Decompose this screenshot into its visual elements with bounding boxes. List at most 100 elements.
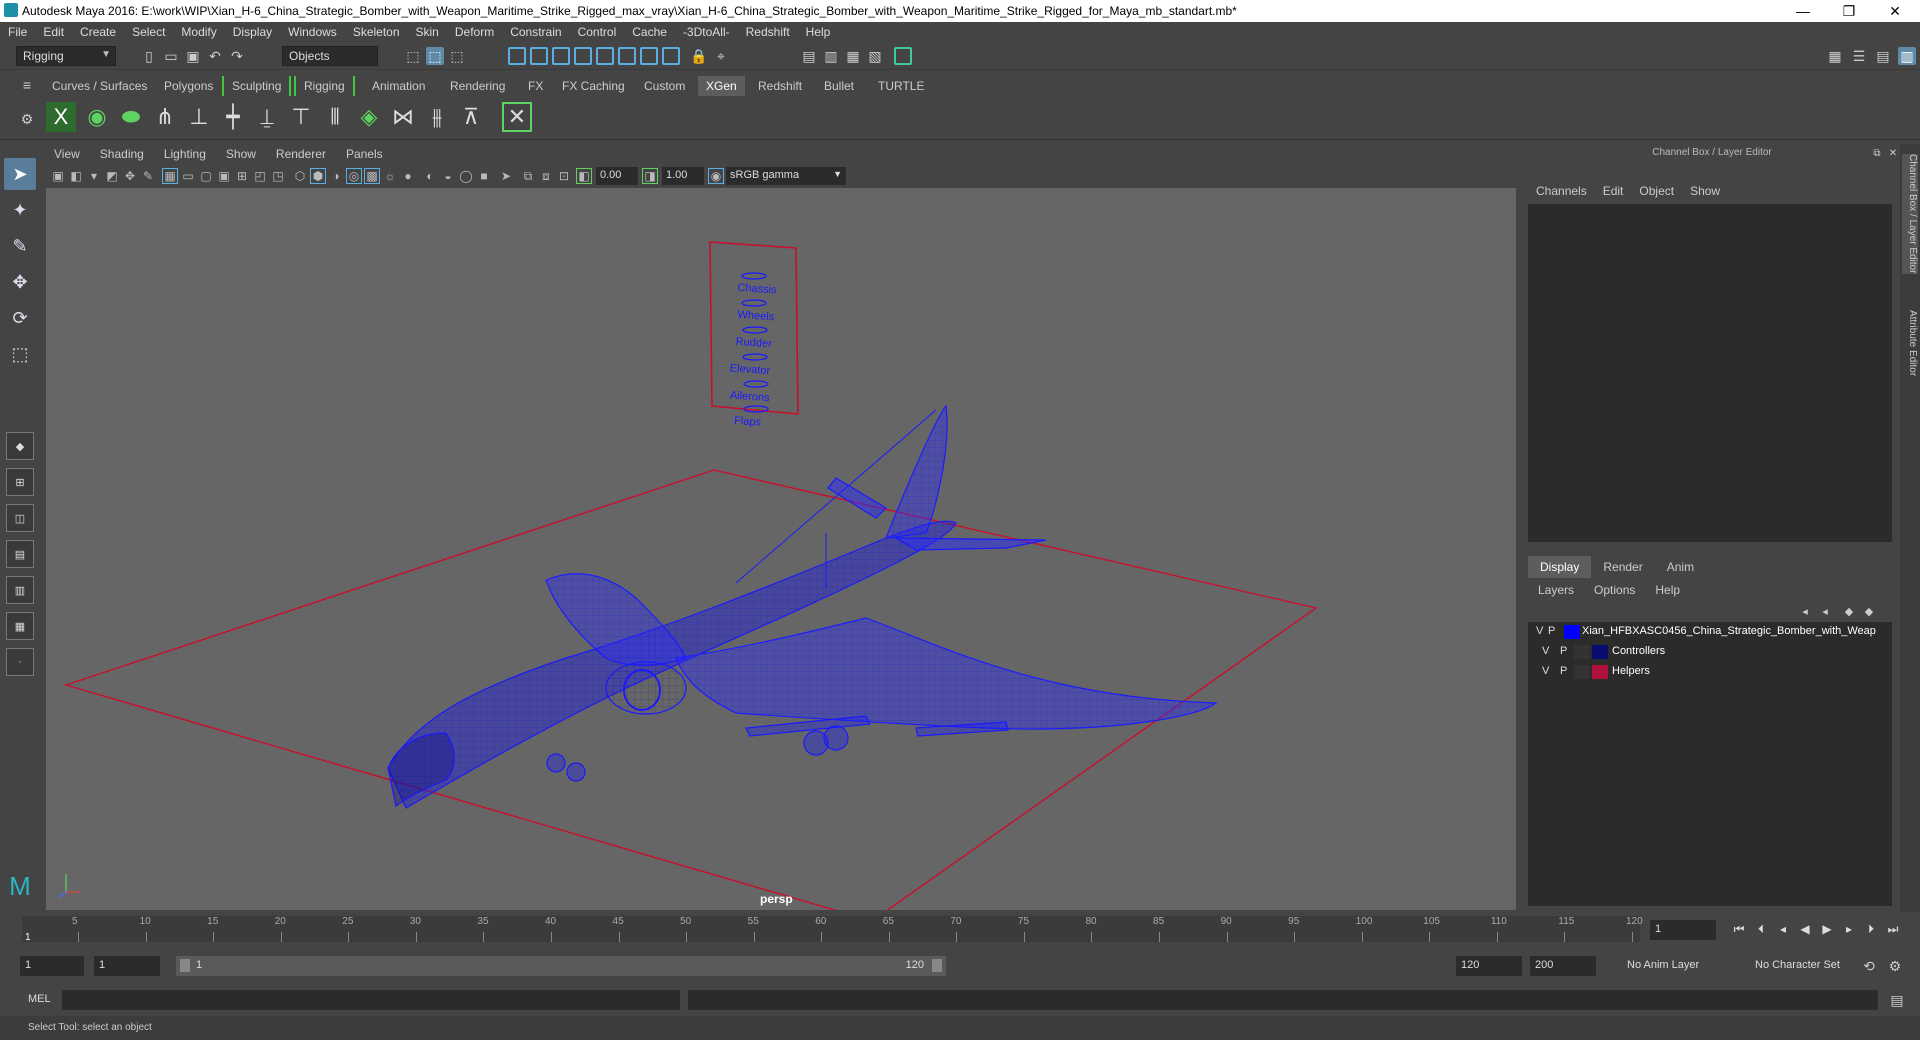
range-end-handle[interactable]	[932, 959, 942, 972]
layer-reference-toggle[interactable]	[1574, 645, 1590, 659]
layer-playback-toggle[interactable]: P	[1560, 645, 1567, 657]
layer-menu-layers[interactable]: Layers	[1528, 580, 1584, 600]
xgen-editor-icon[interactable]: X	[46, 102, 76, 132]
gamma-field[interactable]: 1.00	[662, 167, 704, 185]
snap-pivot-icon[interactable]	[640, 47, 658, 65]
shelf-tab-polygons[interactable]: Polygons	[156, 76, 221, 96]
resolution-gate-icon[interactable]: ▢	[198, 168, 214, 184]
menu-deform[interactable]: Deform	[447, 25, 502, 39]
shelf-tab-custom[interactable]: Custom	[636, 76, 693, 96]
outliner-layout-icon[interactable]: ▤	[6, 540, 34, 568]
lights-icon[interactable]: ☼	[382, 168, 398, 184]
safe-title-icon[interactable]: ◳	[270, 168, 286, 184]
menu-file[interactable]: File	[0, 25, 35, 39]
step-back-frame-icon[interactable]: ⏴	[1752, 920, 1770, 938]
snap-surface-icon[interactable]	[596, 47, 614, 65]
four-view-layout-icon[interactable]: ⊞	[6, 468, 34, 496]
move-layer-up-icon[interactable]: ◂	[1796, 602, 1814, 620]
layer-row[interactable]: V P Controllers	[1528, 642, 1892, 662]
xray-joints-icon[interactable]: ⧉	[520, 168, 536, 184]
shelf-tab-fx[interactable]: FX	[520, 76, 551, 96]
layer-color-swatch[interactable]	[1592, 645, 1608, 659]
film-gate-icon[interactable]: ▭	[180, 168, 196, 184]
vp-menu-panels[interactable]: Panels	[336, 147, 393, 161]
undo-icon[interactable]: ↶	[206, 47, 224, 65]
layer-row[interactable]: V P Helpers	[1528, 662, 1892, 682]
xgen-lock-guide-icon[interactable]: ⊤	[286, 102, 316, 132]
maximize-button[interactable]: ❐	[1826, 0, 1872, 22]
field-chart-icon[interactable]: ⊞	[234, 168, 250, 184]
character-set-dropdown[interactable]: No Character Set	[1750, 956, 1870, 976]
new-scene-icon[interactable]: ▯	[140, 47, 158, 65]
select-hierarchy-icon[interactable]: ⬚	[404, 47, 422, 65]
menu-create[interactable]: Create	[72, 25, 124, 39]
xgen-guide-icon[interactable]: ⋔	[150, 102, 180, 132]
menu-select[interactable]: Select	[124, 25, 173, 39]
save-scene-icon[interactable]: ▣	[184, 47, 202, 65]
shelf-options-icon[interactable]: ⚙	[18, 110, 36, 128]
xgen-sculpt-icon[interactable]: ⫴	[320, 102, 350, 132]
select-object-icon[interactable]: ⬚	[426, 47, 444, 65]
3d-viewport[interactable]: Chassis Wheels Rudder Elevator Ailerons …	[46, 188, 1516, 910]
xgen-groom-icon[interactable]: ⋈	[388, 102, 418, 132]
menuset-dropdown[interactable]: Rigging ▼	[16, 46, 116, 66]
bookmark-icon[interactable]: ▾	[86, 168, 102, 184]
new-layer-icon[interactable]: ◆	[1840, 602, 1858, 620]
shelf-tab-curves-surfaces[interactable]: Curves / Surfaces	[44, 76, 155, 96]
script-editor-icon[interactable]: ▤	[1888, 991, 1906, 1009]
step-back-key-icon[interactable]: ◂	[1774, 920, 1792, 938]
layer-visibility-toggle[interactable]: V	[1542, 665, 1549, 677]
channel-box-toggle-icon[interactable]: ▥	[1898, 47, 1916, 65]
shelf-tab-sculpting[interactable]: Sculpting	[222, 76, 292, 96]
layer-color-swatch[interactable]	[1592, 665, 1608, 679]
layer-visibility-toggle[interactable]: V	[1542, 645, 1549, 657]
select-tool-icon[interactable]: ➤	[4, 158, 36, 190]
paint-select-icon[interactable]: ✎	[4, 230, 36, 262]
xgen-create-icon[interactable]: ⬬	[116, 102, 146, 132]
layer-playback-toggle[interactable]: P	[1560, 665, 1567, 677]
attribute-editor-toggle-icon[interactable]: ▤	[1874, 47, 1892, 65]
menu-skin[interactable]: Skin	[408, 25, 447, 39]
move-layer-down-icon[interactable]: ◂	[1816, 602, 1834, 620]
ipr-render-icon[interactable]: ▦	[844, 47, 862, 65]
custom-layout-icon[interactable]: ·	[6, 648, 34, 676]
vp-menu-lighting[interactable]: Lighting	[154, 147, 216, 161]
shelf-tab-fx-caching[interactable]: FX Caching	[554, 76, 633, 96]
xgen-delete-icon[interactable]: ✕	[502, 102, 532, 132]
script-language-label[interactable]: MEL	[28, 993, 51, 1005]
tab-display[interactable]: Display	[1528, 556, 1592, 578]
go-to-start-icon[interactable]: ⏮	[1730, 920, 1748, 938]
image-plane-icon[interactable]: ◩	[104, 168, 120, 184]
scale-tool-icon[interactable]: ⬚	[4, 338, 36, 370]
xgen-move-guide-icon[interactable]: ⍊	[252, 102, 282, 132]
render-view-icon[interactable]: ▤	[800, 47, 818, 65]
anti-aliasing-icon[interactable]: ◯	[458, 168, 474, 184]
ambient-occlusion-icon[interactable]: ◐	[422, 168, 438, 184]
lasso-tool-icon[interactable]: ✦	[4, 194, 36, 226]
grid-icon[interactable]: ▦	[162, 168, 178, 184]
redo-icon[interactable]: ↷	[228, 47, 246, 65]
hypershade-icon[interactable]	[894, 47, 912, 65]
current-frame-field[interactable]: 1	[1650, 920, 1716, 940]
shelf-tab-rendering[interactable]: Rendering	[442, 76, 513, 96]
layer-menu-options[interactable]: Options	[1584, 580, 1645, 600]
channel-box-area[interactable]	[1528, 204, 1892, 542]
cb-menu-channels[interactable]: Channels	[1528, 184, 1595, 198]
snap-vertex-icon[interactable]	[618, 47, 636, 65]
menu-redshift[interactable]: Redshift	[738, 25, 798, 39]
vp-menu-view[interactable]: View	[44, 147, 90, 161]
layer-playback-toggle[interactable]: P	[1548, 625, 1555, 637]
shelf-tab-animation[interactable]: Animation	[364, 76, 433, 96]
selection-mode-dropdown[interactable]: Objects	[282, 46, 378, 66]
wireframe-icon[interactable]: ⬡	[292, 168, 308, 184]
wireframe-on-shaded-icon[interactable]: ◑	[328, 168, 344, 184]
camera-select-icon[interactable]: ▣	[50, 168, 66, 184]
anim-layer-dropdown[interactable]: No Anim Layer	[1622, 956, 1742, 976]
motion-blur-icon[interactable]: ◒	[440, 168, 456, 184]
shelf-tab-xgen[interactable]: XGen	[698, 76, 745, 96]
snap-point-icon[interactable]	[552, 47, 570, 65]
xray-active-icon[interactable]: ⧈	[538, 168, 554, 184]
xray-icon[interactable]: ◎	[346, 168, 362, 184]
command-input[interactable]	[62, 990, 680, 1010]
bomber-wireframe[interactable]	[387, 404, 1218, 809]
